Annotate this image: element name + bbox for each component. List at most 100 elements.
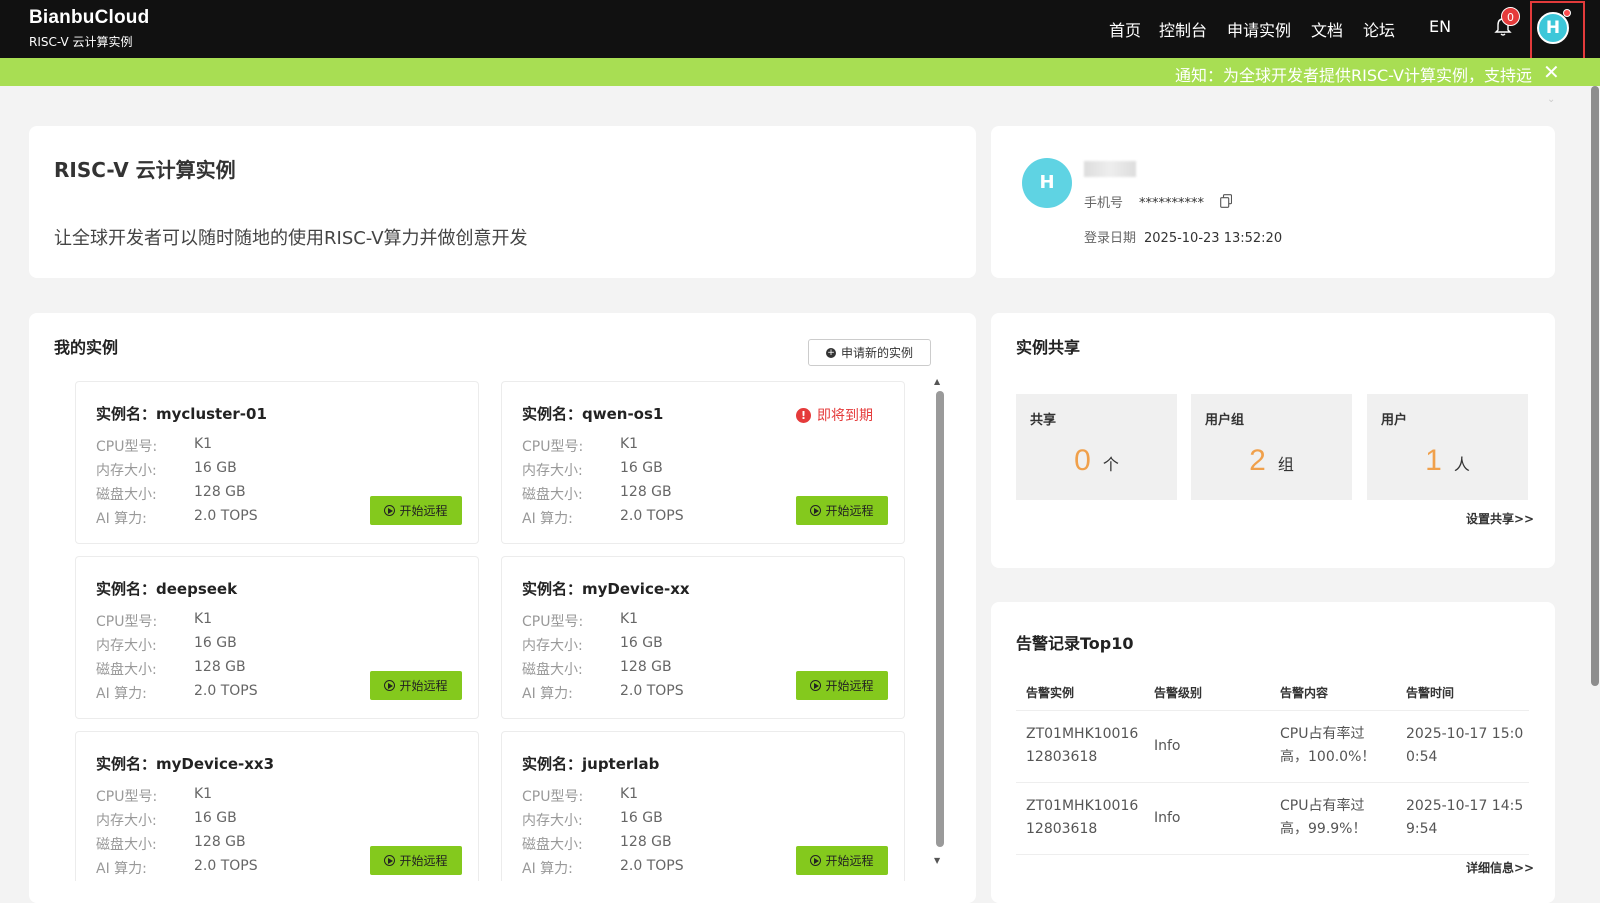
header-level: 告警级别 [1154,686,1203,700]
disk-label: 磁盘大小: [96,487,157,503]
chevron-down-icon: ⌄ [1547,94,1556,105]
nav-forum[interactable]: 论坛 [1363,17,1395,41]
avatar-status-dot [1563,9,1571,17]
share-count-box: 共享 0个 [1016,394,1177,500]
ai-label: AI 算力: [96,686,147,702]
close-icon[interactable]: ✕ [1543,60,1560,84]
copy-icon[interactable] [1220,194,1232,208]
plus-circle-icon: + [825,347,836,358]
cpu-value: K1 [194,436,213,452]
alert-instance: ZT01MHK1001612803618 [1026,798,1139,837]
start-remote-button[interactable]: 开始远程 [370,846,462,875]
cpu-row: CPU型号: K1 [522,786,638,806]
ai-label: AI 算力: [522,861,573,877]
nav-home[interactable]: 首页 [1109,17,1141,41]
ai-value: 2.0 TOPS [620,858,684,874]
mem-label: 内存大小: [522,463,583,479]
share-settings-link[interactable]: 设置共享>> [1466,510,1534,527]
ai-row: AI 算力: 2.0 TOPS [96,508,258,528]
mem-row: 内存大小: 16 GB [522,635,663,655]
instance-name: 实例名：deepseek [96,580,238,598]
cpu-label: CPU型号: [522,439,584,455]
table-row: ZT01MHK1001612803618 Info CPU占有率过高，99.9%… [1016,783,1529,855]
notice-bar: 通知：为全球开发者提供RISC-V计算实例，支持远 ✕ [0,58,1600,86]
ai-row: AI 算力: 2.0 TOPS [96,858,258,878]
cpu-row: CPU型号: K1 [96,436,212,456]
ai-value: 2.0 TOPS [194,508,258,524]
cpu-label: CPU型号: [522,789,584,805]
user-count-box: 用户 1人 [1367,394,1528,500]
mem-label: 内存大小: [522,813,583,829]
instance-name: 实例名：myDevice-xx [522,580,690,598]
alert-content: CPU占有率过高，100.0%！ [1280,726,1376,765]
table-row: ZT01MHK1001612803618 Info CPU占有率过高，100.0… [1016,711,1529,783]
share-title: 实例共享 [1016,338,1081,357]
disk-row: 磁盘大小: 128 GB [96,659,246,679]
cpu-label: CPU型号: [522,614,584,630]
instances-scrollbar[interactable]: ▲ ▼ [934,377,944,873]
user-avatar[interactable]: H [1537,12,1569,44]
phone-row: 手机号 ********** [1084,192,1204,211]
alert-level: Info [1154,738,1181,754]
ai-label: AI 算力: [96,511,147,527]
phone-value: ********** [1139,196,1205,211]
alerts-details-link[interactable]: 详细信息>> [1466,859,1534,876]
page-scroll-thumb[interactable] [1591,86,1599,686]
play-circle-icon [810,680,822,691]
apply-new-instance-button[interactable]: + 申请新的实例 [808,339,931,366]
header-time: 告警时间 [1406,686,1455,700]
cpu-label: CPU型号: [96,614,158,630]
cpu-value: K1 [194,611,213,627]
start-remote-button[interactable]: 开始远程 [796,671,888,700]
profile-avatar: H [1022,158,1072,208]
alerts-table: 告警实例 告警级别 告警内容 告警时间 ZT01MHK1001612803618… [1016,671,1529,855]
brand-name: BianbuCloud [29,7,150,28]
cpu-row: CPU型号: K1 [522,611,638,631]
ai-label: AI 算力: [522,511,573,527]
login-value: 2025-10-23 13:52:20 [1144,231,1283,246]
disk-label: 磁盘大小: [522,487,583,503]
alerts-title: 告警记录Top10 [1016,634,1134,653]
start-label: 开始远程 [399,679,448,693]
play-circle-icon [810,505,822,516]
usergroup-unit: 组 [1277,455,1294,474]
start-remote-button[interactable]: 开始远程 [370,671,462,700]
cpu-row: CPU型号: K1 [522,436,638,456]
cpu-value: K1 [194,786,213,802]
expiring-label: 即将到期 [817,408,873,424]
ai-label: AI 算力: [96,861,147,877]
start-remote-button[interactable]: 开始远程 [796,846,888,875]
nav-console[interactable]: 控制台 [1159,17,1207,41]
nav-docs[interactable]: 文档 [1311,17,1343,41]
disk-row: 磁盘大小: 128 GB [96,484,246,504]
share-label: 共享 [1030,413,1057,428]
start-label: 开始远程 [399,504,448,518]
profile-name-blurred [1084,161,1136,177]
start-label: 开始远程 [825,854,874,868]
disk-value: 128 GB [620,484,672,500]
play-circle-icon [384,855,396,866]
instance-name: 实例名：myDevice-xx3 [96,755,275,773]
cpu-label: CPU型号: [96,439,158,455]
start-remote-button[interactable]: 开始远程 [796,496,888,525]
cpu-value: K1 [620,786,639,802]
start-remote-button[interactable]: 开始远程 [370,496,462,525]
mem-label: 内存大小: [96,638,157,654]
user-count: 1 [1425,444,1442,477]
disk-label: 磁盘大小: [522,662,583,678]
start-label: 开始远程 [825,679,874,693]
nav-language-en[interactable]: EN [1429,17,1451,36]
ai-row: AI 算力: 2.0 TOPS [96,683,258,703]
scroll-up-arrow-icon[interactable]: ▲ [934,377,940,386]
page-scrollbar[interactable] [1590,86,1600,903]
warning-icon: ! [796,407,811,423]
scroll-down-arrow-icon[interactable]: ▼ [934,856,940,865]
nav-apply-instance[interactable]: 申请实例 [1227,17,1291,41]
disk-row: 磁盘大小: 128 GB [522,484,672,504]
scroll-thumb[interactable] [936,391,944,847]
mem-label: 内存大小: [96,813,157,829]
brand[interactable]: BianbuCloud RISC-V 云计算实例 [29,7,149,50]
header-instance: 告警实例 [1026,686,1075,700]
instance-share-card: 实例共享 共享 0个 用户组 2组 用户 1人 设置共享>> [991,313,1555,568]
mem-row: 内存大小: 16 GB [96,635,237,655]
